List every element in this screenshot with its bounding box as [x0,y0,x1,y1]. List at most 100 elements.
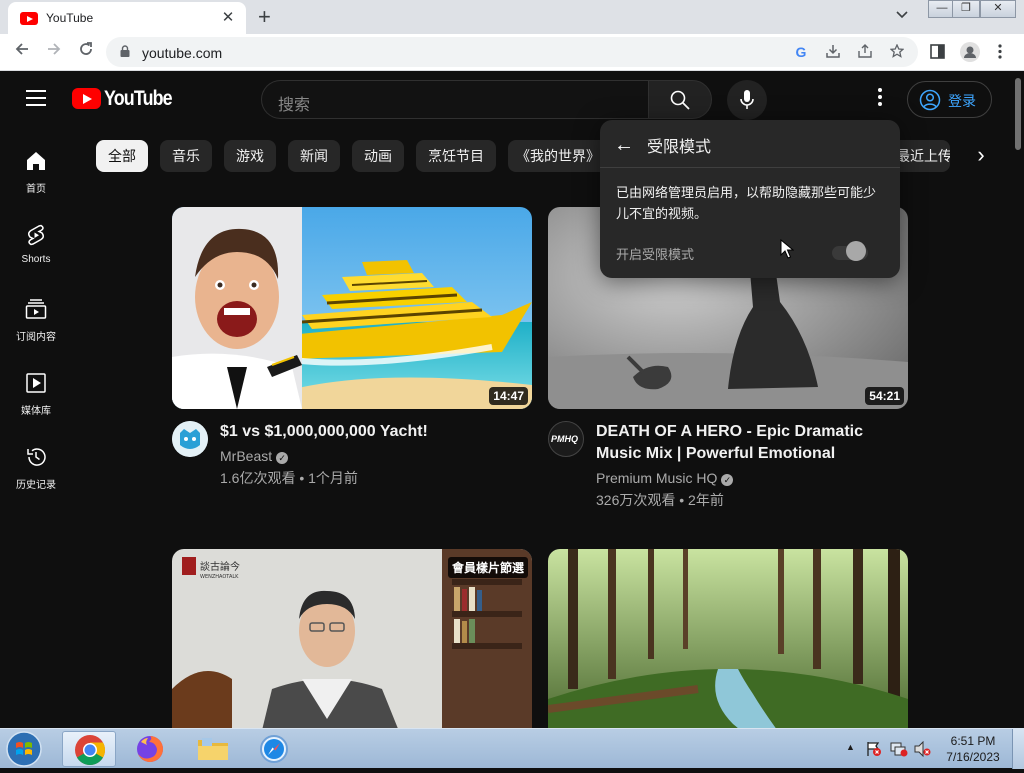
video-thumbnail-talk[interactable]: 談古論今 WENZHAOTALK 會員樣片節選 [172,549,532,728]
video-metadata: 326万次观看 • 2年前 [596,492,724,508]
bookmark-star-icon[interactable] [888,43,906,62]
chips-next-chevron-icon[interactable]: › [965,140,997,172]
sidebar-item-history[interactable]: 历史记录 [0,446,72,491]
install-app-icon[interactable] [824,44,842,62]
microphone-icon [740,90,754,109]
taskbar-firefox[interactable] [124,731,178,767]
action-center-flag-icon[interactable] [866,741,882,757]
mouse-cursor-icon [780,239,794,259]
clock-date: 7/16/2023 [946,750,1000,764]
youtube-page: YouTube 搜索 登录 首页 Shorts 订阅内容 媒体库 历史记录 全部… [0,72,1024,728]
tab-search-chevron-icon[interactable] [896,8,908,22]
windows-taskbar: ▲ 6:51 PM 7/16/2023 [0,728,1024,769]
back-arrow-icon[interactable]: ← [614,134,634,157]
reload-icon[interactable] [74,41,98,62]
windows-logo-icon [6,731,42,767]
search-button[interactable] [648,80,712,119]
scrollbar-thumb[interactable] [1015,78,1021,150]
library-icon [26,373,46,393]
tab-close-icon[interactable]: ✕ [218,8,238,26]
show-hidden-icons-chevron-icon[interactable]: ▲ [846,742,855,752]
new-tab-button[interactable]: + [258,4,271,30]
channel-avatar-premium-music-hq[interactable]: PMHQ [548,421,584,457]
video-metadata: 1.6亿次观看 • 1个月前 [220,470,358,486]
youtube-play-icon [72,88,101,109]
sidebar-item-library[interactable]: 媒体库 [0,372,72,417]
video-title[interactable]: $1 vs $1,000,000,000 Yacht! [220,421,520,443]
chip-music[interactable]: 音乐 [160,140,212,172]
taskbar-chrome[interactable] [62,731,116,767]
side-panel-icon[interactable] [930,44,945,63]
compass-icon [260,735,288,763]
share-icon[interactable] [856,44,874,62]
channel-name-text: MrBeast [220,448,273,464]
close-window-button[interactable]: ✕ [980,0,1016,18]
sidebar-label-shorts: Shorts [21,254,51,265]
home-icon [27,152,45,170]
channel-name[interactable]: Premium Music HQ ✓ [596,470,734,486]
google-lens-icon[interactable]: G [792,44,810,60]
chip-minecraft[interactable]: 《我的世界》 [508,140,608,172]
channel-avatar-mrbeast[interactable] [172,421,208,457]
search-placeholder: 搜索 [278,97,311,114]
sign-in-button[interactable]: 登录 [907,81,992,118]
search-icon [670,90,690,110]
chip-cooking[interactable]: 烹饪节目 [416,140,496,172]
taskbar-safari[interactable] [248,731,302,767]
show-desktop-button[interactable] [1012,729,1024,769]
history-icon [27,448,46,466]
lock-icon [120,45,130,57]
popup-divider [600,167,900,168]
channel-name[interactable]: MrBeast ✓ [220,448,289,464]
search-input[interactable]: 搜索 [261,80,649,119]
address-bar[interactable]: youtube.com G [106,37,918,67]
toggle-knob[interactable] [846,241,866,261]
chip-all[interactable]: 全部 [96,140,148,172]
video-thumbnail-forest[interactable] [548,549,908,728]
back-arrow-icon[interactable] [10,41,34,62]
sidebar-item-home[interactable]: 首页 [0,150,72,195]
sidebar-label-subscriptions: 订阅内容 [16,332,56,343]
chip-animation[interactable]: 动画 [352,140,404,172]
restricted-mode-popup: ← 受限模式 已由网络管理员启用，以帮助隐藏那些可能少儿不宜的视频。 开启受限模… [600,120,900,278]
firefox-icon [137,736,163,762]
clock-time: 6:51 PM [950,734,996,748]
voice-search-button[interactable] [727,80,767,120]
network-icon[interactable] [890,741,908,757]
settings-more-icon[interactable] [872,88,888,110]
page-scrollbar[interactable] [1012,72,1024,728]
popup-description: 已由网络管理员启用，以帮助隐藏那些可能少儿不宜的视频。 [616,185,877,221]
taskbar-file-explorer[interactable] [186,731,240,767]
thumbnail-logo-text: 談古論今 [200,560,240,573]
popup-title: 受限模式 [647,139,712,156]
sign-in-label: 登录 [948,93,976,109]
video-title[interactable]: DEATH OF A HERO - Epic Dramatic Music Mi… [596,421,896,465]
folder-icon [198,738,228,760]
forward-arrow-icon[interactable] [42,41,66,62]
avatar-text: PMHQ [551,434,578,444]
start-button[interactable] [4,730,46,768]
video-thumbnail-yacht[interactable]: 14:47 [172,207,532,409]
sidebar-item-subscriptions[interactable]: 订阅内容 [0,298,72,343]
sidebar-item-shorts[interactable]: Shorts [0,224,72,268]
volume-muted-icon[interactable] [914,741,932,757]
chip-gaming[interactable]: 游戏 [224,140,276,172]
sidebar-label-library: 媒体库 [21,406,51,417]
profile-avatar-icon[interactable] [960,42,980,66]
restore-button[interactable]: ❐ [952,0,980,18]
restricted-mode-toggle-label: 开启受限模式 [616,247,695,262]
channel-name-text: Premium Music HQ [596,470,718,486]
thumbnail-logo-subtext: WENZHAOTALK [200,574,239,580]
browser-menu-icon[interactable] [998,44,1002,63]
youtube-favicon-icon [20,12,38,25]
taskbar-clock[interactable]: 6:51 PM 7/16/2023 [940,733,1006,765]
chrome-icon [75,735,106,766]
verified-check-icon: ✓ [276,452,289,464]
browser-tab-youtube[interactable]: YouTube ✕ [8,2,246,34]
video-duration: 14:47 [489,387,528,405]
tab-title: YouTube [46,11,94,25]
guide-menu-icon[interactable] [26,90,46,106]
account-circle-icon [919,89,941,111]
subscriptions-icon [25,299,47,319]
chip-news[interactable]: 新闻 [288,140,340,172]
